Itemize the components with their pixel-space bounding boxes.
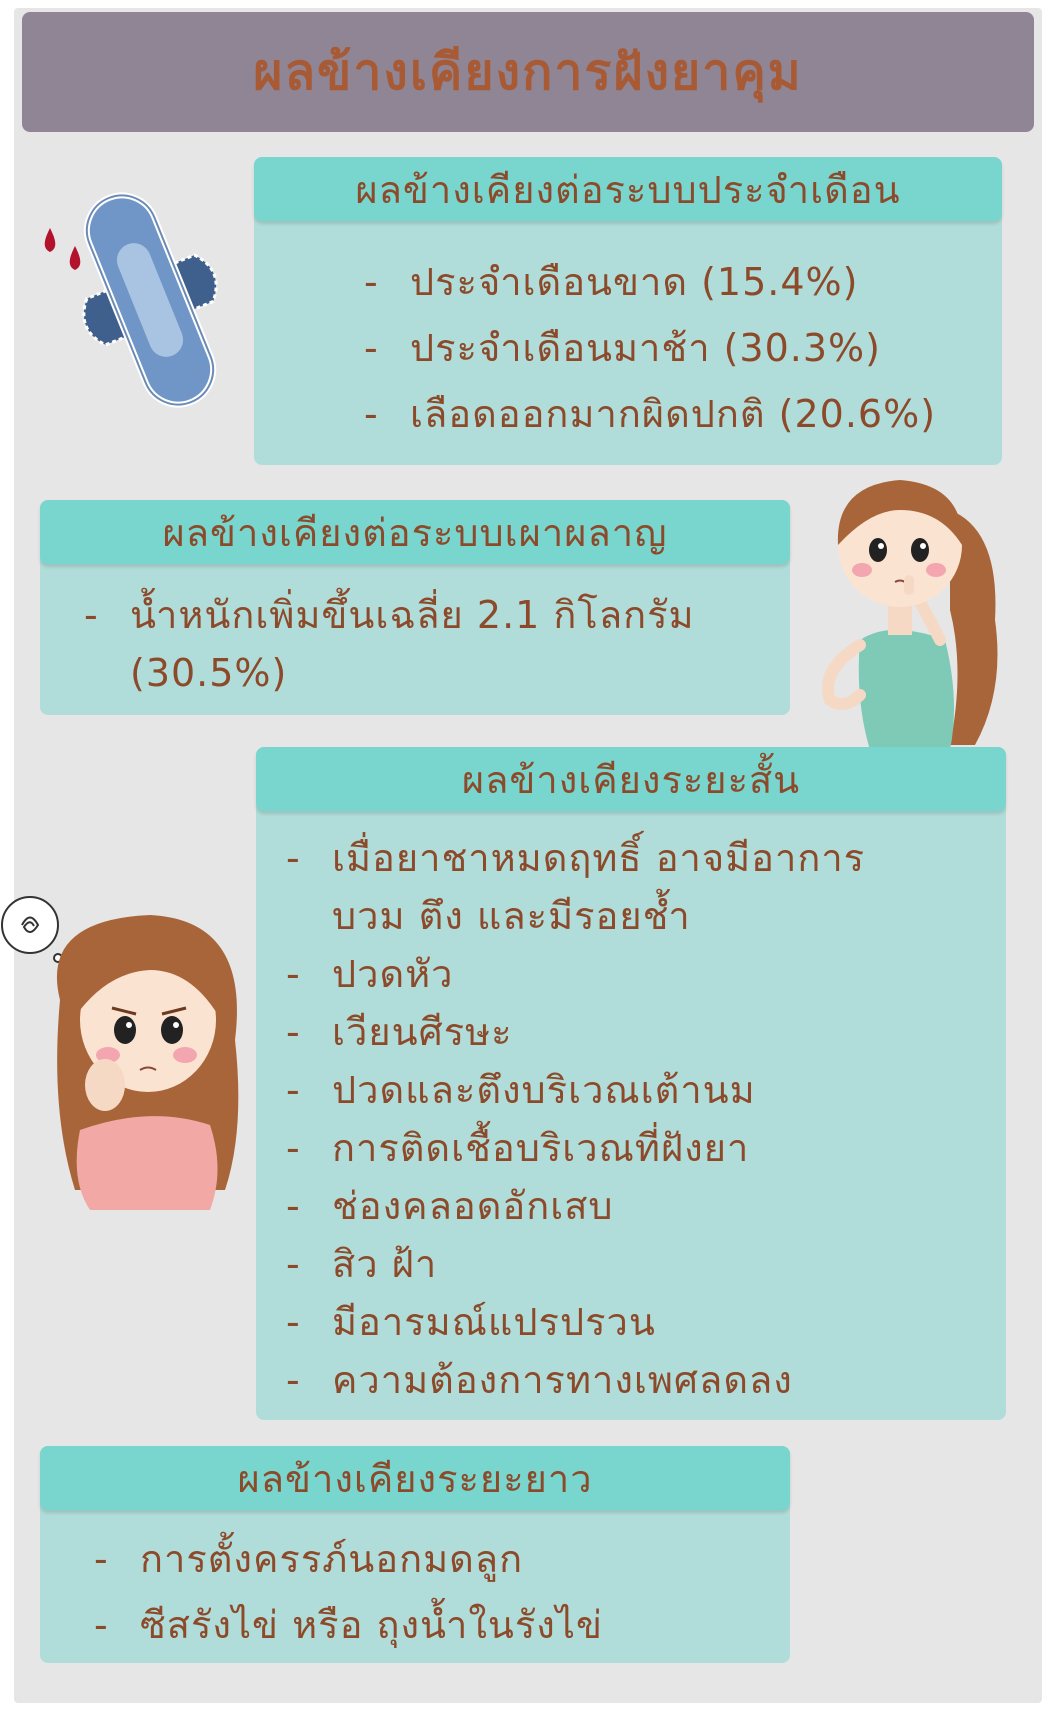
sanitary-pad-icon bbox=[30, 180, 220, 410]
page-title: ผลข้างเคียงการฝังยาคุม bbox=[253, 42, 803, 101]
metabolic-section-heading: ผลข้างเคียงต่อระบบเผาผลาญ bbox=[162, 510, 668, 555]
list-item: การติดเชื้อบริเวณที่ฝังยา bbox=[286, 1119, 886, 1177]
long-term-section-header: ผลข้างเคียงระยะยาว bbox=[40, 1446, 790, 1510]
list-item: ความต้องการทางเพศลดลง bbox=[286, 1351, 886, 1409]
metabolic-section: ผลข้างเคียงต่อระบบเผาผลาญ น้ำหนักเพิ่มขึ… bbox=[40, 500, 790, 715]
long-term-list: การตั้งครรภ์นอกมดลูก ซีสรังไข่ หรือ ถุงน… bbox=[94, 1526, 774, 1658]
title-bar: ผลข้างเคียงการฝังยาคุม bbox=[22, 12, 1034, 132]
list-item: เวียนศีรษะ bbox=[286, 1003, 886, 1061]
list-item: ปวดหัว bbox=[286, 945, 886, 1003]
short-term-section-heading: ผลข้างเคียงระยะสั้น bbox=[461, 757, 801, 802]
menstrual-section-header: ผลข้างเคียงต่อระบบประจำเดือน bbox=[254, 157, 1002, 221]
metabolic-list: น้ำหนักเพิ่มขึ้นเฉลี่ย 2.1 กิโลกรัม (30.… bbox=[84, 586, 764, 702]
long-term-section: ผลข้างเคียงระยะยาว การตั้งครรภ์นอกมดลูก … bbox=[40, 1446, 790, 1663]
metabolic-section-header: ผลข้างเคียงต่อระบบเผาผลาญ bbox=[40, 500, 790, 564]
short-term-section: ผลข้างเคียงระยะสั้น เมื่อยาชาหมดฤทธิ์ อา… bbox=[256, 747, 1006, 1420]
short-term-list: เมื่อยาชาหมดฤทธิ์ อาจมีอาการ บวม ตึง และ… bbox=[286, 829, 886, 1409]
list-item: เลือดออกมากผิดปกติ (20.6%) bbox=[364, 381, 936, 447]
short-term-section-header: ผลข้างเคียงระยะสั้น bbox=[256, 747, 1006, 811]
list-item: ซีสรังไข่ หรือ ถุงน้ำในรังไข่ bbox=[94, 1592, 774, 1658]
woman-worried-icon bbox=[0, 880, 250, 1210]
list-item: น้ำหนักเพิ่มขึ้นเฉลี่ย 2.1 กิโลกรัม (30.… bbox=[84, 586, 764, 702]
long-term-section-heading: ผลข้างเคียงระยะยาว bbox=[237, 1456, 593, 1501]
menstrual-section: ผลข้างเคียงต่อระบบประจำเดือน ประจำเดือนข… bbox=[254, 157, 1002, 465]
menstrual-section-heading: ผลข้างเคียงต่อระบบประจำเดือน bbox=[355, 167, 901, 212]
list-item: สิว ฝ้า bbox=[286, 1235, 886, 1293]
list-item: การตั้งครรภ์นอกมดลูก bbox=[94, 1526, 774, 1592]
list-item: ประจำเดือนขาด (15.4%) bbox=[364, 249, 936, 315]
list-item: มีอารมณ์แปรปรวน bbox=[286, 1293, 886, 1351]
list-item: ปวดและตึงบริเวณเต้านม bbox=[286, 1061, 886, 1119]
list-item: ช่องคลอดอักเสบ bbox=[286, 1177, 886, 1235]
list-item: ประจำเดือนมาช้า (30.3%) bbox=[364, 315, 936, 381]
menstrual-list: ประจำเดือนขาด (15.4%) ประจำเดือนมาช้า (3… bbox=[364, 249, 936, 447]
woman-thinking-icon bbox=[800, 470, 1010, 750]
list-item: เมื่อยาชาหมดฤทธิ์ อาจมีอาการ บวม ตึง และ… bbox=[286, 829, 886, 945]
